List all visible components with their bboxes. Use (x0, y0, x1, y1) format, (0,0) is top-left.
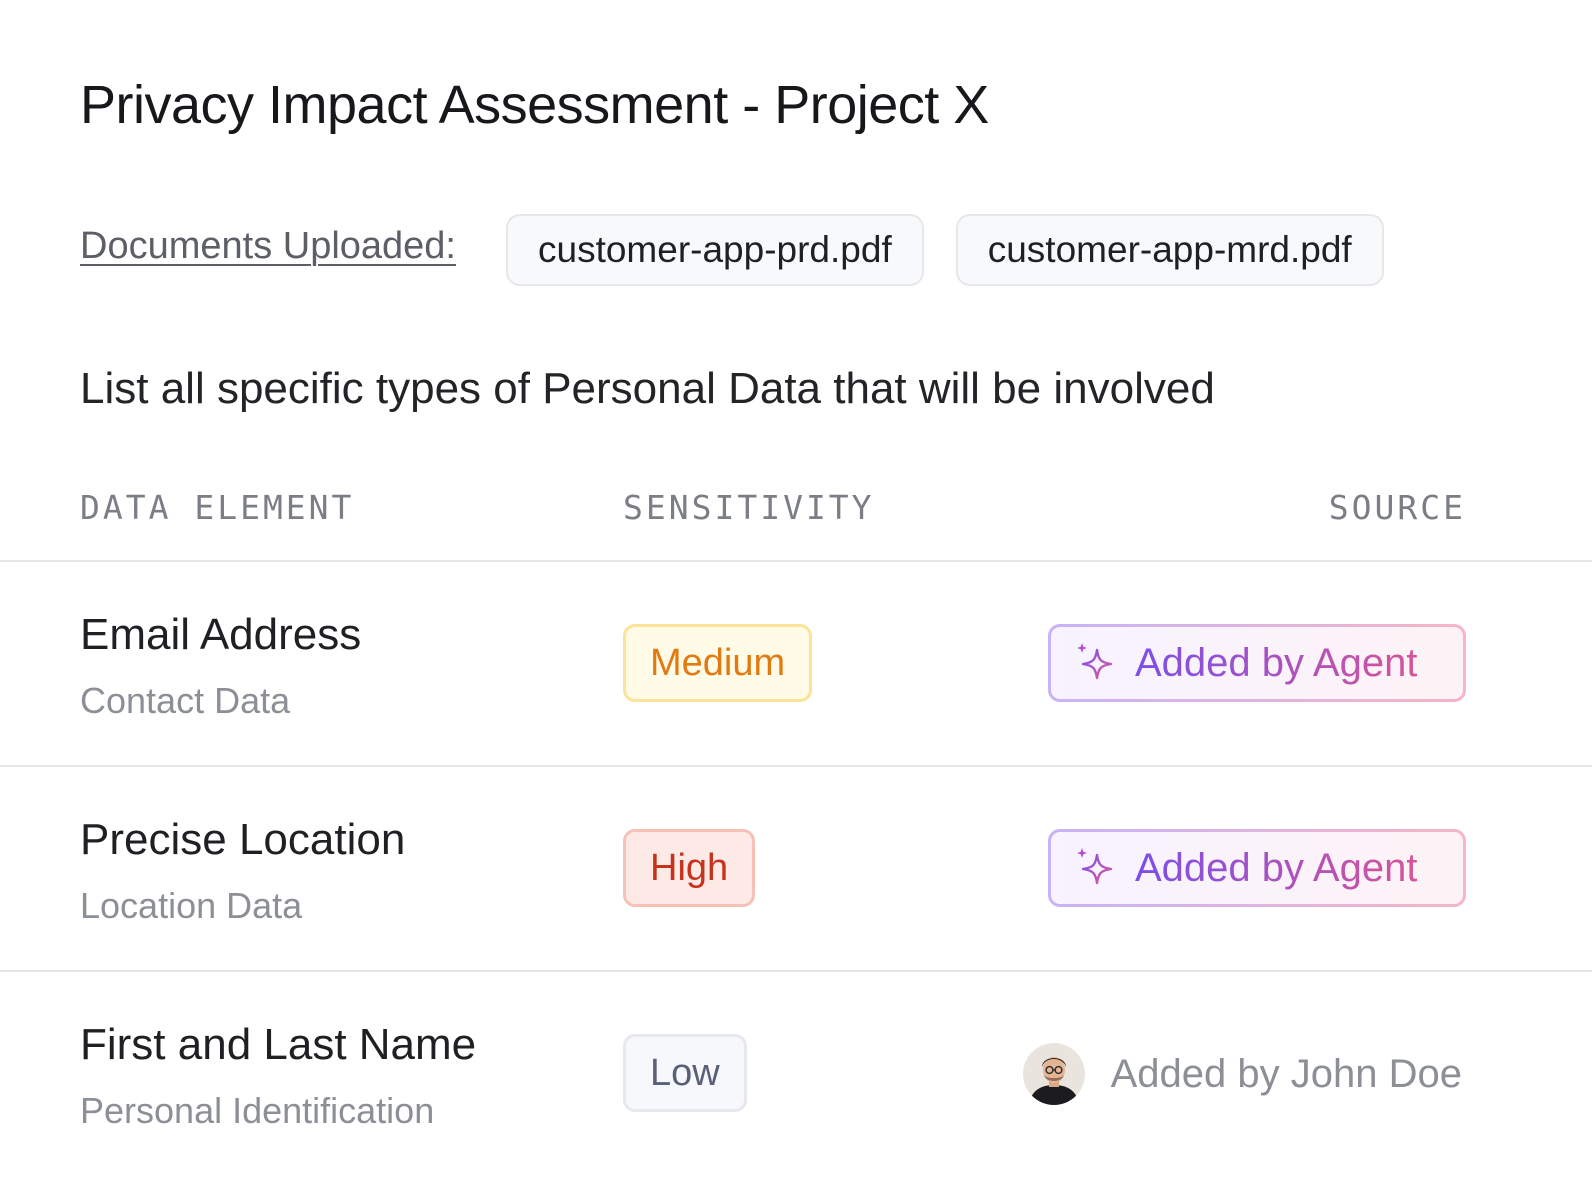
source-user[interactable]: Added by John Doe (1022, 1042, 1462, 1106)
sensitivity-badge-low[interactable]: Low (623, 1034, 747, 1112)
sensitivity-badge-high[interactable]: High (623, 829, 756, 907)
documents-uploaded: Documents Uploaded: customer-app-prd.pdf… (80, 213, 1416, 287)
page-title: Privacy Impact Assessment - Project X (80, 75, 989, 135)
table-row[interactable]: Email Address Contact Data Medium Added … (0, 562, 1592, 767)
source-badge-agent[interactable]: Added by Agent (1048, 624, 1466, 702)
source-badge-agent[interactable]: Added by Agent (1048, 829, 1466, 907)
data-element-name: Precise Location (80, 815, 406, 864)
document-chip-prd[interactable]: customer-app-prd.pdf (506, 214, 924, 286)
source-label: Added by Agent (1135, 640, 1418, 685)
table-row[interactable]: Precise Location Location Data High Adde… (0, 767, 1592, 972)
sparkle-icon (1077, 643, 1113, 680)
data-element-name: Email Address (80, 610, 362, 659)
personal-data-table: DATA ELEMENT SENSITIVITY SOURCE Email Ad… (0, 470, 1592, 1175)
question-text: List all specific types of Personal Data… (80, 364, 1215, 413)
table-row[interactable]: First and Last Name Personal Identificat… (0, 972, 1592, 1175)
data-element-category: Contact Data (80, 680, 291, 721)
source-label: Added by John Doe (1110, 1051, 1462, 1096)
sensitivity-badge-medium[interactable]: Medium (623, 624, 813, 702)
data-element-category: Personal Identification (80, 1090, 435, 1131)
column-header-sensitivity: SENSITIVITY (623, 488, 875, 527)
source-label: Added by Agent (1135, 845, 1418, 890)
column-header-source: SOURCE (1328, 488, 1466, 527)
data-element-category: Location Data (80, 885, 303, 926)
column-header-data-element: DATA ELEMENT (80, 488, 355, 527)
document-chip-mrd[interactable]: customer-app-mrd.pdf (955, 214, 1384, 286)
table-header: DATA ELEMENT SENSITIVITY SOURCE (0, 470, 1592, 562)
data-element-name: First and Last Name (80, 1020, 477, 1069)
user-avatar-icon (1022, 1043, 1085, 1105)
documents-uploaded-link[interactable]: Documents Uploaded: (80, 225, 456, 268)
sparkle-icon (1077, 848, 1113, 885)
avatar (1022, 1043, 1085, 1105)
